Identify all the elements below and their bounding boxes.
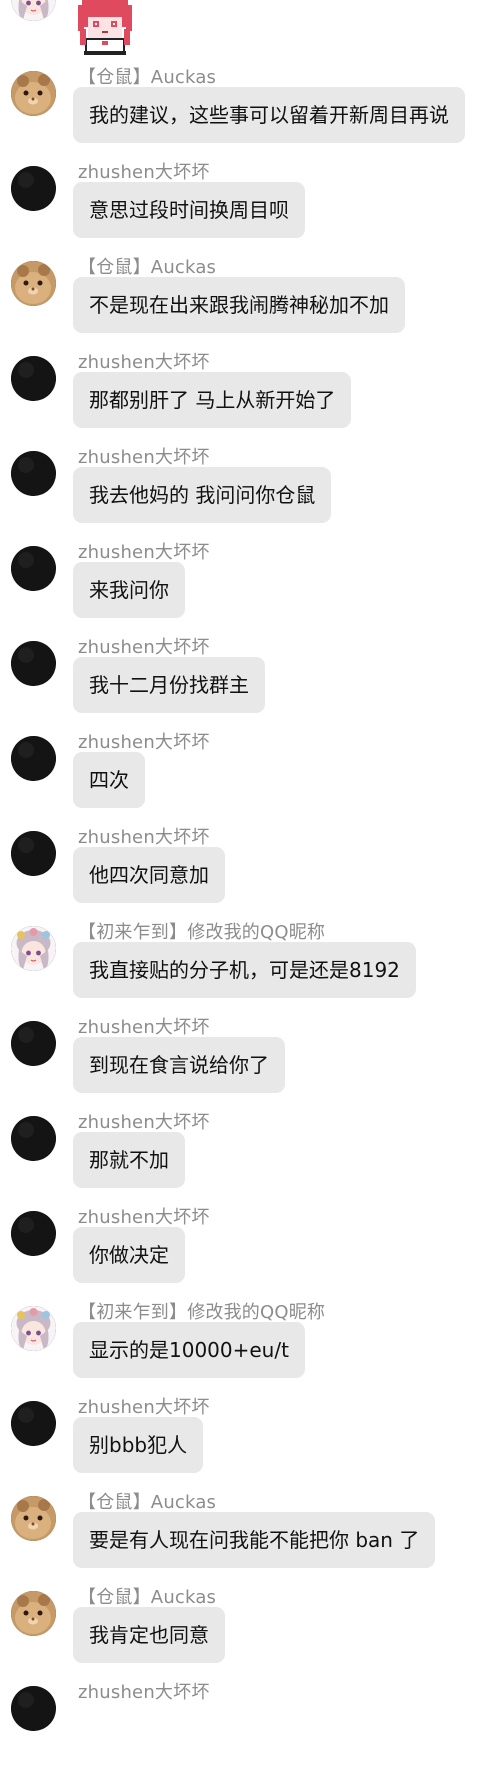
message-bubble[interactable]: 来我问你 — [73, 562, 185, 618]
user-avatar[interactable] — [11, 736, 56, 781]
chat-message: zhushen大坏坏 — [0, 1682, 487, 1781]
user-avatar[interactable] — [11, 1306, 56, 1351]
user-avatar[interactable] — [11, 1116, 56, 1161]
message-bubble[interactable]: 你做决定 — [73, 1227, 185, 1283]
message-bubble[interactable]: 意思过段时间换周目呗 — [73, 182, 305, 238]
message-bubble[interactable]: 他四次同意加 — [73, 847, 225, 903]
chat-message: zhushen大坏坏 我去他妈的 我问问你仓鼠 — [0, 447, 487, 546]
message-bubble[interactable]: 我肯定也同意 — [73, 1607, 225, 1663]
sender-name: zhushen大坏坏 — [78, 1017, 210, 1038]
chat-message: zhushen大坏坏 四次 — [0, 732, 487, 831]
chat-message: 【初来乍到】修改我的QQ昵称 我直接贴的分子机，可是还是8192 — [0, 922, 487, 1021]
user-avatar[interactable] — [11, 926, 56, 971]
user-avatar[interactable] — [11, 261, 56, 306]
message-bubble[interactable]: 显示的是10000+eu/t — [73, 1322, 305, 1378]
sender-name: zhushen大坏坏 — [78, 447, 210, 468]
user-avatar[interactable] — [11, 546, 56, 591]
sender-name: zhushen大坏坏 — [78, 542, 210, 563]
user-avatar[interactable] — [11, 451, 56, 496]
sender-name: zhushen大坏坏 — [78, 352, 210, 373]
chat-message: zhushen大坏坏 来我问你 — [0, 542, 487, 641]
chat-message: 【初来乍到】修改我的QQ昵称 — [0, 0, 487, 71]
message-bubble[interactable]: 我十二月份找群主 — [73, 657, 265, 713]
sender-name: zhushen大坏坏 — [78, 1397, 210, 1418]
message-bubble[interactable]: 要是有人现在问我能不能把你 ban 了 — [73, 1512, 436, 1568]
user-avatar[interactable] — [11, 1021, 56, 1066]
message-bubble[interactable]: 那就不加 — [73, 1132, 185, 1188]
chat-message: zhushen大坏坏 到现在食言说给你了 — [0, 1017, 487, 1116]
message-bubble[interactable]: 那都别肝了 马上从新开始了 — [73, 372, 352, 428]
sender-name: zhushen大坏坏 — [78, 732, 210, 753]
sender-name: 【初来乍到】修改我的QQ昵称 — [78, 922, 326, 943]
chat-message: 【仓鼠】Auckas 要是有人现在问我能不能把你 ban 了 — [0, 1492, 487, 1591]
sender-name: 【仓鼠】Auckas — [78, 1492, 217, 1513]
sender-name: zhushen大坏坏 — [78, 1112, 210, 1133]
user-avatar[interactable] — [11, 166, 56, 211]
user-avatar[interactable] — [11, 356, 56, 401]
message-bubble[interactable]: 我直接贴的分子机，可是还是8192 — [73, 942, 416, 998]
user-avatar[interactable] — [11, 71, 56, 116]
user-avatar[interactable] — [11, 1401, 56, 1446]
user-avatar[interactable] — [11, 1686, 56, 1731]
chat-message: zhushen大坏坏 他四次同意加 — [0, 827, 487, 926]
user-avatar[interactable] — [11, 641, 56, 686]
sender-name: 【仓鼠】Auckas — [78, 67, 217, 88]
chat-message: zhushen大坏坏 意思过段时间换周目呗 — [0, 162, 487, 261]
message-bubble[interactable]: 我的建议，这些事可以留着开新周目再说 — [73, 87, 465, 143]
chat-message: zhushen大坏坏 那就不加 — [0, 1112, 487, 1211]
message-bubble[interactable]: 别bbb犯人 — [73, 1417, 204, 1473]
message-bubble[interactable]: 到现在食言说给你了 — [73, 1037, 285, 1093]
chat-message-list[interactable]: 【初来乍到】修改我的QQ昵称【仓鼠】Auckas我的建议，这些事可以留着开新周目… — [0, 0, 487, 1781]
message-bubble[interactable]: 我去他妈的 我问问你仓鼠 — [73, 467, 332, 523]
sender-name: zhushen大坏坏 — [78, 162, 210, 183]
chat-message: 【初来乍到】修改我的QQ昵称 显示的是10000+eu/t — [0, 1302, 487, 1401]
chat-message: 【仓鼠】Auckas 不是现在出来跟我闹腾神秘加不加 — [0, 257, 487, 356]
chat-message: 【仓鼠】Auckas 我的建议，这些事可以留着开新周目再说 — [0, 67, 487, 166]
message-bubble[interactable]: 四次 — [73, 752, 145, 808]
user-avatar[interactable] — [11, 0, 56, 21]
message-bubble[interactable]: 不是现在出来跟我闹腾神秘加不加 — [73, 277, 405, 333]
sender-name: zhushen大坏坏 — [78, 1207, 210, 1228]
chat-message: zhushen大坏坏 别bbb犯人 — [0, 1397, 487, 1496]
chat-message: zhushen大坏坏 那都别肝了 马上从新开始了 — [0, 352, 487, 451]
sender-name: zhushen大坏坏 — [78, 1682, 210, 1703]
sender-name: 【仓鼠】Auckas — [78, 257, 217, 278]
sender-name: 【仓鼠】Auckas — [78, 1587, 217, 1608]
chat-message: 【仓鼠】Auckas 我肯定也同意 — [0, 1587, 487, 1686]
user-avatar[interactable] — [11, 1496, 56, 1541]
user-avatar[interactable] — [11, 1211, 56, 1256]
chat-message: zhushen大坏坏 我十二月份找群主 — [0, 637, 487, 736]
chat-message: zhushen大坏坏 你做决定 — [0, 1207, 487, 1306]
sticker-image[interactable] — [72, 0, 138, 57]
sender-name: zhushen大坏坏 — [78, 827, 210, 848]
user-avatar[interactable] — [11, 831, 56, 876]
sender-name: 【初来乍到】修改我的QQ昵称 — [78, 1302, 326, 1323]
sender-name: zhushen大坏坏 — [78, 637, 210, 658]
user-avatar[interactable] — [11, 1591, 56, 1636]
